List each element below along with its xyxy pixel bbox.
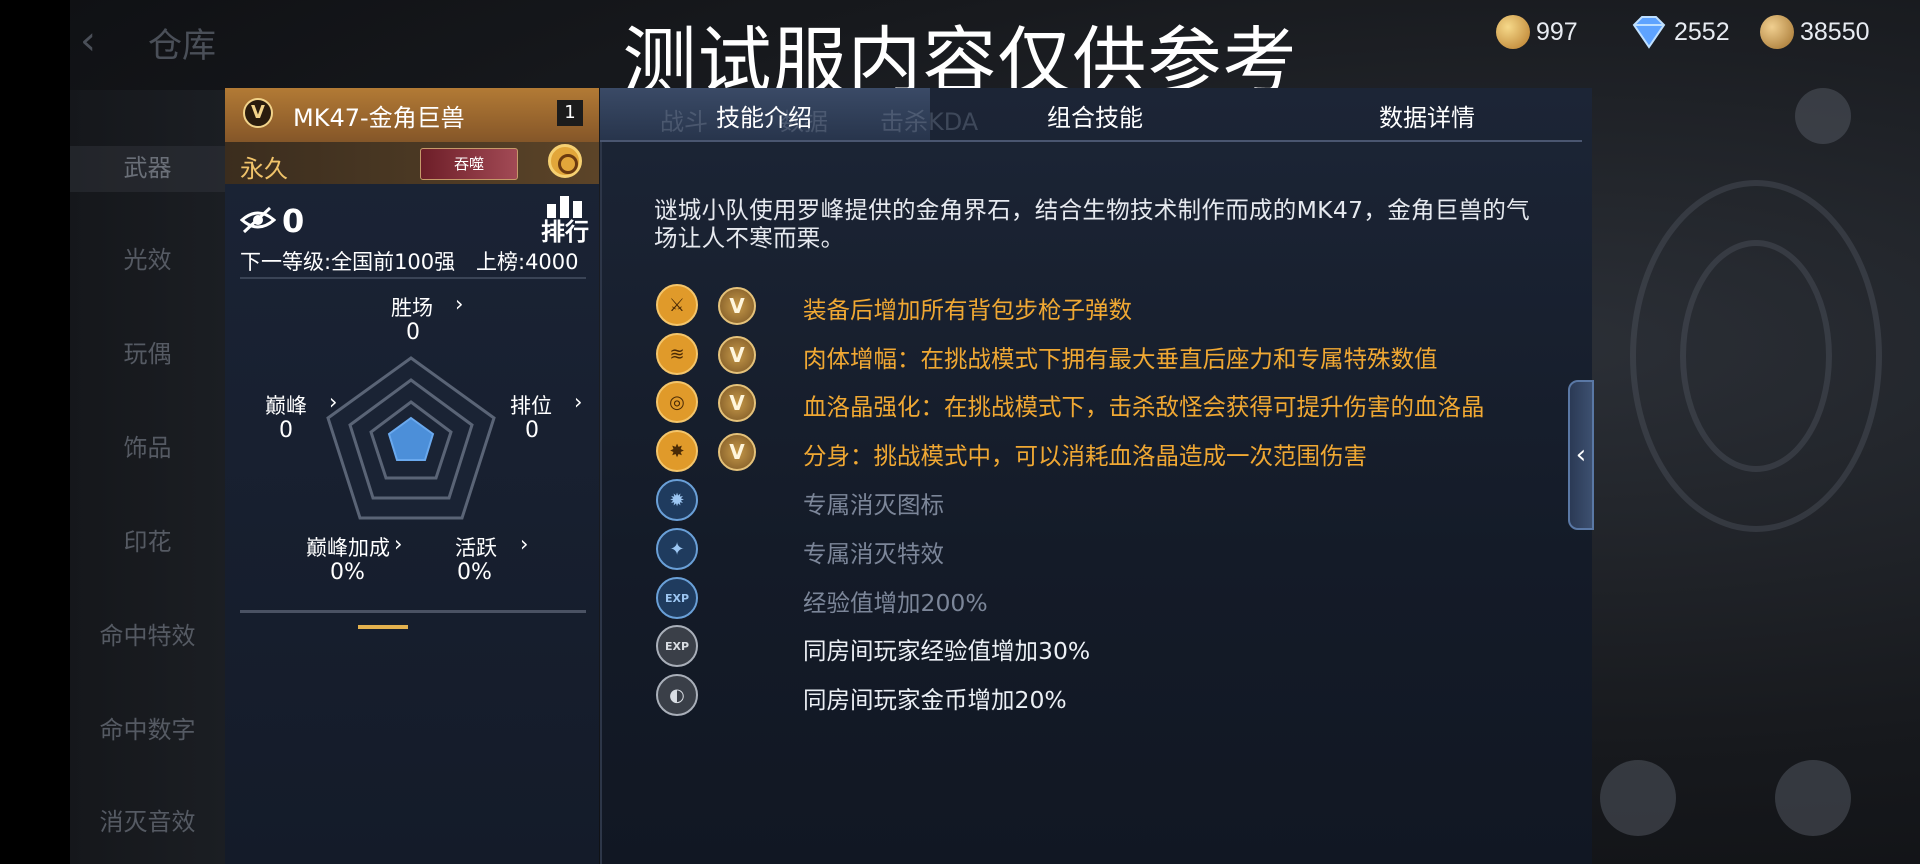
duration-label: 永久 (240, 155, 288, 183)
currency-value: 997 (1536, 17, 1578, 46)
stat-label-activity[interactable]: 活跃 (455, 532, 497, 562)
stat-label-peak-bonus[interactable]: 巅峰加成 (306, 532, 390, 562)
skill-row: ✸ V 分身：挑战模式中，可以消耗血洛晶造成一次范围伤害 (656, 430, 1536, 474)
target-ring-decoration (1680, 240, 1832, 472)
stat-value-ranked: 0 (525, 418, 539, 443)
tab-underline (600, 140, 1582, 142)
nav-item-ornament[interactable]: 饰品 (70, 428, 225, 463)
skill-text: 肉体增幅：在挑战模式下拥有最大垂直后座力和专属特殊数值 (803, 345, 1438, 373)
nav-item-hit-number[interactable]: 命中数字 (70, 710, 225, 745)
chevron-right-icon[interactable]: › (394, 532, 402, 556)
ghost-tab-text: 战斗 (660, 108, 708, 136)
skill-row: ⚔ V 装备后增加所有背包步枪子弹数 (656, 284, 1536, 328)
currency-value: 2552 (1674, 17, 1730, 46)
stat-value-activity: 0% (457, 560, 492, 585)
ranking-label[interactable]: 排行 (541, 212, 589, 247)
coupon-icon (1496, 15, 1530, 49)
nav-item-decal[interactable]: 印花 (70, 522, 225, 557)
stat-label-wins[interactable]: 胜场 (391, 292, 433, 322)
room-coin-icon: ◐ (656, 674, 698, 716)
skill-row: ≋ V 肉体增幅：在挑战模式下拥有最大垂直后座力和专属特殊数值 (656, 333, 1536, 377)
slot-badge: 1 (557, 100, 583, 126)
nav-item-weapon[interactable]: 武器 (70, 146, 225, 192)
devour-tag-badge: 吞噬 (420, 148, 518, 180)
skill-row: EXP 经验值增加200% (656, 577, 1536, 621)
kill-effect-icon: ✦ (656, 528, 698, 570)
claw-icon: ≋ (656, 333, 698, 375)
rifle-icon: ⚔ (656, 284, 698, 326)
back-icon[interactable]: ‹ (80, 18, 96, 64)
tab-combo-skills[interactable]: 组合技能 (1047, 98, 1143, 133)
stat-value-wins: 0 (406, 320, 420, 345)
radar-chart (326, 356, 496, 520)
chevron-right-icon[interactable]: › (329, 390, 337, 414)
category-sidebar (70, 90, 225, 864)
skill-row: ◎ V 血洛晶强化：在挑战模式下，击杀敌怪会获得可提升伤害的血洛晶 (656, 381, 1536, 425)
kill-count: 0 (282, 202, 305, 240)
stat-value-peak-bonus: 0% (330, 560, 365, 585)
page-title: 仓库 (148, 26, 216, 66)
skill-text: 同房间玩家经验值增加30% (803, 637, 1091, 665)
skill-text: 分身：挑战模式中，可以消耗血洛晶造成一次范围伤害 (803, 442, 1367, 470)
nav-item-kill-sound[interactable]: 消灭音效 (70, 802, 225, 837)
stat-label-ranked[interactable]: 排位 (510, 390, 552, 420)
chevron-right-icon[interactable]: › (574, 390, 582, 414)
next-level-text: 下一等级:全国前100强 (240, 250, 456, 274)
v-rank-icon: V (243, 98, 273, 128)
skill-text: 专属消灭特效 (803, 540, 944, 568)
collapse-panel-handle[interactable]: ‹ (1568, 380, 1594, 530)
currency-value: 38550 (1800, 17, 1870, 46)
v-badge-icon: V (718, 433, 756, 471)
room-exp-icon: EXP (656, 625, 698, 667)
nav-item-doll[interactable]: 玩偶 (70, 334, 225, 369)
v-badge-icon: V (718, 336, 756, 374)
skill-text: 装备后增加所有背包步枪子弹数 (803, 296, 1132, 324)
nav-item-light-effect[interactable]: 光效 (70, 240, 225, 275)
skill-row: ◐ 同房间玩家金币增加20% (656, 674, 1536, 718)
skill-text: 血洛晶强化：在挑战模式下，击杀敌怪会获得可提升伤害的血洛晶 (803, 393, 1485, 421)
leaderboard-threshold: 上榜:4000 (476, 250, 579, 274)
right-round-button[interactable] (1795, 88, 1851, 144)
v-badge-icon: V (718, 287, 756, 325)
special-ring-icon[interactable] (548, 144, 582, 178)
weapon-name: MK47-金角巨兽 (293, 104, 465, 132)
currency-gold-coupon: 997 (1496, 14, 1578, 50)
chevron-right-icon[interactable]: › (455, 292, 463, 316)
hide-button[interactable] (1775, 760, 1851, 836)
currency-diamond: 2552 (1630, 14, 1730, 50)
stat-value-peak: 0 (279, 418, 293, 443)
kill-eye-icon (240, 206, 276, 234)
tab-skill-intro[interactable]: 技能介绍 (716, 98, 812, 133)
swap-button[interactable] (1600, 760, 1676, 836)
chevron-right-icon[interactable]: › (520, 532, 528, 556)
crosshair-icon: ◎ (656, 381, 698, 423)
page-indicator[interactable] (358, 625, 408, 629)
nav-item-hit-effect[interactable]: 命中特效 (70, 616, 225, 651)
divider (240, 610, 586, 613)
exp-icon: EXP (656, 577, 698, 619)
currency-gold-coin: 38550 (1760, 14, 1870, 50)
skill-row: ✹ 专属消灭图标 (656, 479, 1536, 523)
ghost-tab-text: 击杀KDA (880, 108, 979, 136)
diamond-icon (1632, 16, 1666, 49)
tab-data-details[interactable]: 数据详情 (1379, 98, 1475, 133)
skill-row: EXP 同房间玩家经验值增加30% (656, 625, 1536, 669)
v-badge-icon: V (718, 384, 756, 422)
skill-row: ✦ 专属消灭特效 (656, 528, 1536, 572)
divider (240, 277, 586, 279)
skill-text: 经验值增加200% (803, 589, 988, 617)
kill-icon-icon: ✹ (656, 479, 698, 521)
skill-text: 同房间玩家金币增加20% (803, 686, 1067, 714)
burst-icon: ✸ (656, 430, 698, 472)
skill-text: 专属消灭图标 (803, 491, 944, 519)
gold-coin-icon (1760, 15, 1794, 49)
weapon-description: 谜城小队使用罗峰提供的金角界石，结合生物技术制作而成的MK47，金角巨兽的气场让… (654, 196, 1530, 252)
stat-label-peak[interactable]: 巅峰 (265, 390, 307, 420)
